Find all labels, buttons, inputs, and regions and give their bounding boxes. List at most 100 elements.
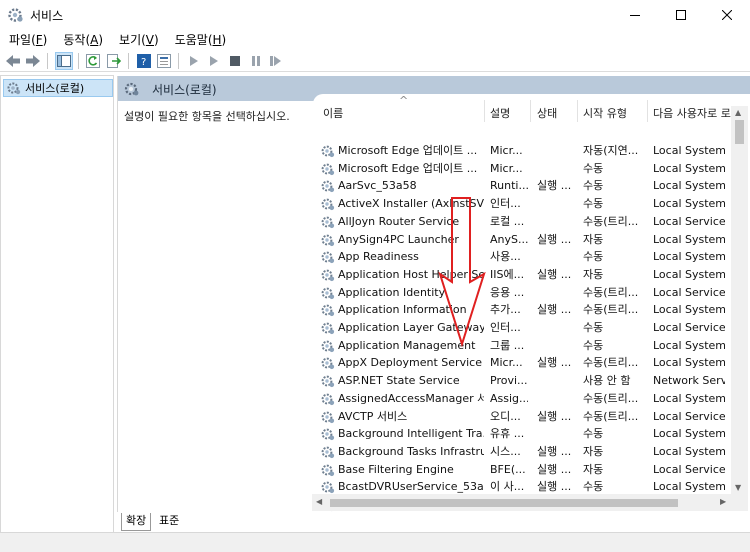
- column-divider[interactable]: [484, 100, 485, 122]
- refresh-icon[interactable]: [85, 53, 101, 69]
- service-description: Micr...: [490, 356, 523, 370]
- export-icon[interactable]: [106, 53, 122, 69]
- scroll-up-icon[interactable]: ▲: [735, 108, 741, 117]
- column-header-name[interactable]: 이름: [323, 105, 343, 121]
- service-row[interactable]: Base Filtering Engine BFE(... 실행 ... 자동 Loca…: [313, 461, 750, 479]
- service-description: IIS에...: [490, 267, 525, 281]
- service-row[interactable]: Application Host Helper Se... IIS에... 실행 .…: [313, 266, 750, 284]
- window-title: 서비스: [30, 9, 64, 23]
- service-startup-type: 수동: [583, 250, 604, 264]
- restart-icon[interactable]: [268, 53, 284, 69]
- service-row[interactable]: AVCTP 서비스 오디... 실행 ... 수동(트리... Local Servic…: [313, 408, 750, 426]
- menu-help[interactable]: 도움말(H): [168, 30, 234, 50]
- service-startup-type: 수동: [583, 161, 604, 175]
- service-gear-icon: [321, 162, 335, 176]
- service-row[interactable]: Background Intelligent Tra... 유휴 ... 수동 Loc…: [313, 425, 750, 443]
- scroll-down-icon[interactable]: ▼: [735, 483, 741, 492]
- menu-file[interactable]: 파일(F): [2, 30, 54, 50]
- service-logon-as: Local System: [653, 356, 725, 370]
- service-gear-icon: [321, 197, 335, 211]
- service-name: Application Management: [338, 338, 476, 352]
- service-row[interactable]: App Readiness 사용... 수동 Local System: [313, 248, 750, 266]
- service-row[interactable]: Microsoft Edge 업데이트 ... Micr... 수동 Local Sy…: [313, 160, 750, 178]
- maximize-button[interactable]: [658, 0, 704, 30]
- service-gear-icon: [321, 374, 335, 388]
- service-startup-type: 수동: [583, 197, 604, 211]
- menu-action[interactable]: 동작(A): [56, 30, 110, 50]
- service-row[interactable]: Application Identity 응용 ... 수동(트리... Local …: [313, 284, 750, 302]
- horizontal-scroll-thumb[interactable]: [330, 499, 678, 507]
- service-description: 유휴 ...: [490, 427, 525, 441]
- service-row[interactable]: ASP.NET State Service Provi... 사용 안 함 Netwo…: [313, 372, 750, 390]
- service-description: Micr...: [490, 161, 523, 175]
- stop-icon[interactable]: [227, 53, 243, 69]
- service-row[interactable]: Application Information 추가... 실행 ... 수동(트리.…: [313, 301, 750, 319]
- forward-icon[interactable]: [25, 53, 41, 69]
- column-header-startup-type[interactable]: 시작 유형: [583, 105, 627, 121]
- service-description: 그룹 ...: [490, 338, 525, 352]
- menu-bar: 파일(F) 동작(A) 보기(V) 도움말(H): [0, 30, 750, 50]
- vertical-scrollbar[interactable]: [731, 106, 748, 498]
- minimize-button[interactable]: [612, 0, 658, 30]
- close-button[interactable]: [704, 0, 750, 30]
- scroll-right-icon[interactable]: ▶: [720, 497, 726, 506]
- console-tree-icon[interactable]: [55, 52, 73, 70]
- column-divider[interactable]: [577, 100, 578, 122]
- tab-standard[interactable]: 표준: [155, 513, 183, 531]
- service-row[interactable]: AarSvc_53a58 Runti... 실행 ... 수동 Local System: [313, 177, 750, 195]
- service-status: 실행 ...: [537, 232, 572, 246]
- service-gear-icon: [321, 215, 335, 229]
- menu-view[interactable]: 보기(V): [112, 30, 166, 50]
- service-row[interactable]: Application Management 그룹 ... 수동 Local Syst…: [313, 337, 750, 355]
- service-row[interactable]: Background Tasks Infrastru... 시스... 실행 ...…: [313, 443, 750, 461]
- service-logon-as: Local Service: [653, 462, 725, 476]
- properties-icon[interactable]: [156, 53, 172, 69]
- service-name: Application Layer Gateway ...: [338, 321, 484, 334]
- play-icon[interactable]: [186, 53, 202, 69]
- service-row[interactable]: AnySign4PC Launcher AnyS... 실행 ... 자동 Local …: [313, 231, 750, 249]
- details-pane: 서비스(로컬) 설명이 필요한 항목을 선택하십시오. ^ 이름 설명 상태 시…: [117, 76, 750, 512]
- list-header: ^ 이름 설명 상태 시작 유형 다음 사용자로 로: [313, 94, 750, 127]
- tree-item-services-local[interactable]: 서비스(로컬): [3, 79, 113, 97]
- service-row[interactable]: ActiveX Installer (AxInstSV) 인터... 수동 Local…: [313, 195, 750, 213]
- tab-extended[interactable]: 확장: [121, 513, 152, 531]
- vertical-scroll-thumb[interactable]: [735, 120, 744, 144]
- service-startup-type: 자동: [583, 462, 604, 476]
- service-row[interactable]: AssignedAccessManager 서... Assig... 수동(트리.…: [313, 390, 750, 408]
- service-startup-type: 자동: [583, 232, 604, 246]
- service-logon-as: Local Service: [653, 321, 725, 334]
- service-logon-as: Local System: [653, 179, 725, 193]
- service-gear-icon: [321, 303, 335, 317]
- service-row[interactable]: Microsoft Edge 업데이트 ... Micr... 자동(지연... Lo…: [313, 142, 750, 160]
- column-divider[interactable]: [530, 100, 531, 122]
- service-description: AnyS...: [490, 232, 528, 246]
- back-icon[interactable]: [5, 53, 21, 69]
- service-startup-type: 수동: [583, 480, 604, 494]
- column-header-status[interactable]: 상태: [537, 105, 557, 121]
- help-icon[interactable]: ?: [136, 53, 152, 69]
- service-logon-as: Local System: [653, 391, 725, 405]
- service-gear-icon: [321, 268, 335, 282]
- service-description: 사용...: [490, 250, 521, 264]
- services-gear-icon: [124, 81, 140, 97]
- column-header-description[interactable]: 설명: [490, 105, 510, 121]
- service-row[interactable]: AppX Deployment Service (... Micr... 실행 ..…: [313, 354, 750, 372]
- toolbar-separator: [78, 53, 79, 69]
- service-description: Assig...: [490, 391, 528, 405]
- title-bar: 서비스: [0, 0, 750, 30]
- service-description: Provi...: [490, 374, 528, 388]
- service-logon-as: Local System: [653, 444, 725, 458]
- service-gear-icon: [321, 321, 335, 335]
- scroll-left-icon[interactable]: ◀: [316, 497, 322, 506]
- column-header-logon-as[interactable]: 다음 사용자로 로: [653, 105, 731, 121]
- service-name: BcastDVRUserService_53a58: [338, 480, 484, 494]
- pause-icon[interactable]: [248, 53, 264, 69]
- service-logon-as: Local Service: [653, 214, 725, 228]
- service-description: BFE(...: [490, 462, 526, 476]
- column-divider[interactable]: [647, 100, 648, 122]
- service-row[interactable]: Application Layer Gateway ... 인터... 수동 Loca…: [313, 319, 750, 337]
- service-gear-icon: [321, 392, 335, 406]
- service-logon-as: Local System: [653, 338, 725, 352]
- service-row[interactable]: AllJoyn Router Service 로컬 ... 수동(트리... Loca…: [313, 213, 750, 231]
- play-icon[interactable]: [206, 53, 222, 69]
